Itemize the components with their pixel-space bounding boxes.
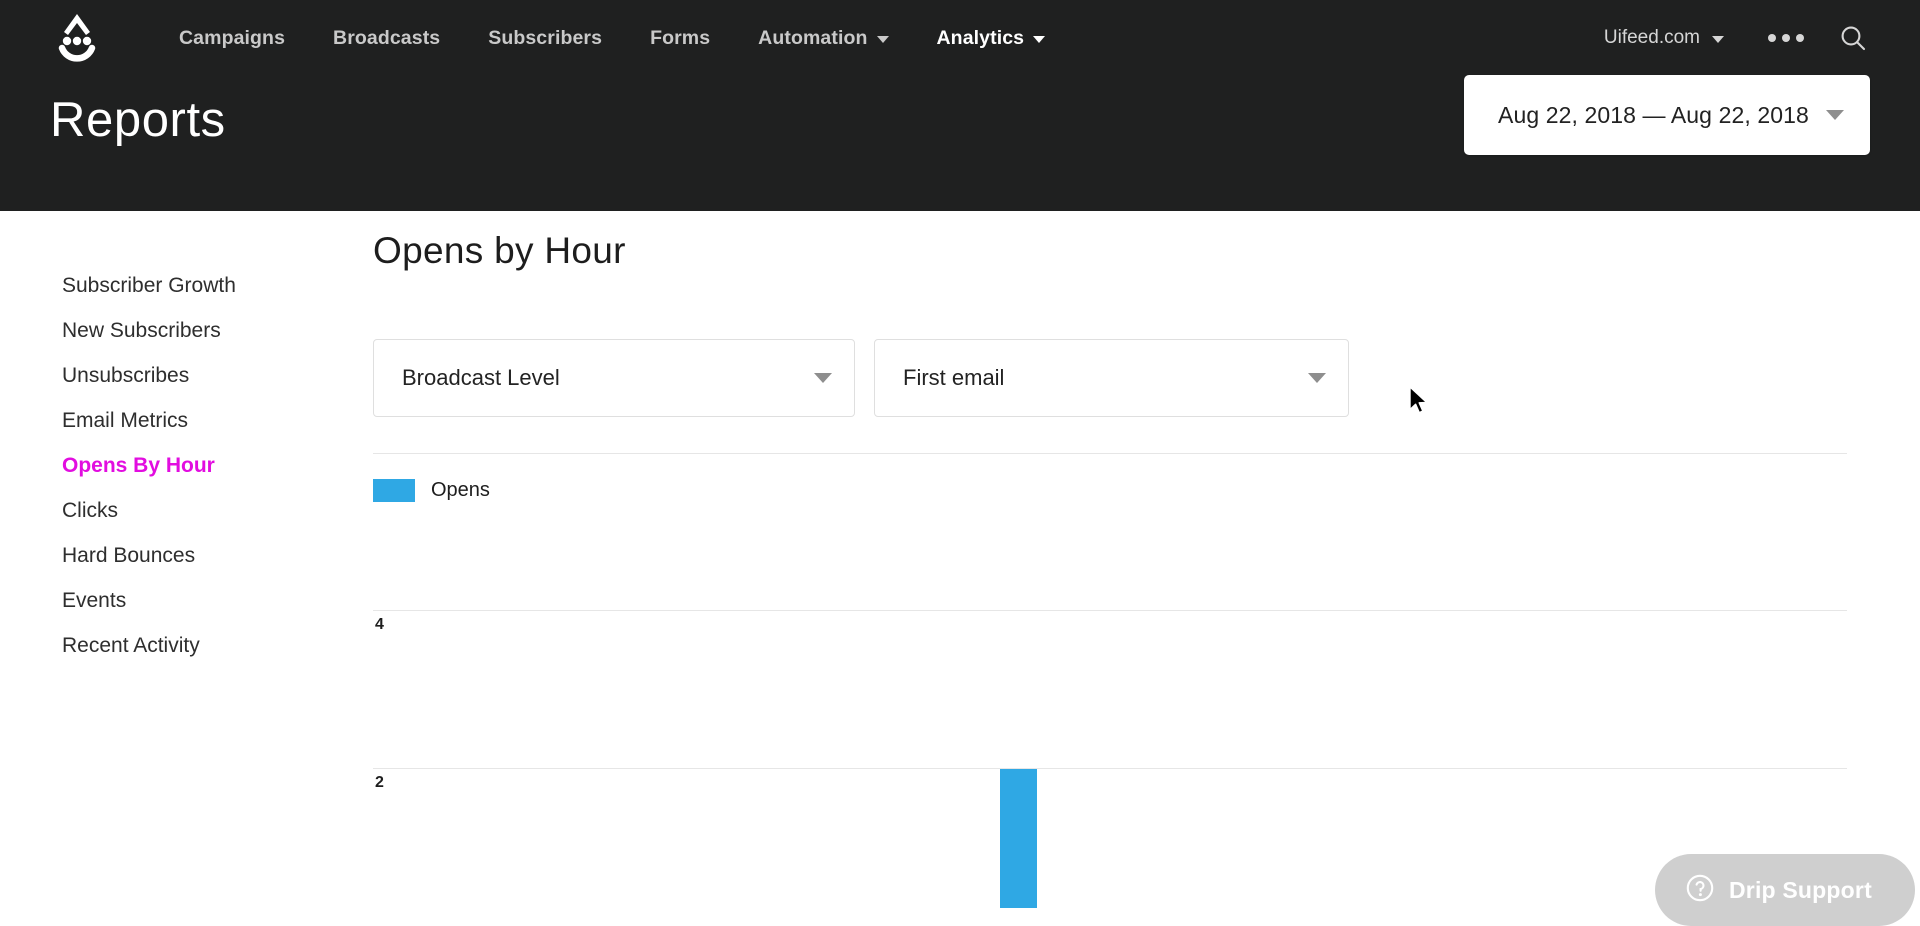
ellipsis-icon[interactable] <box>1742 34 1830 42</box>
legend-label-opens: Opens <box>431 479 490 501</box>
chart-bar[interactable] <box>1000 769 1037 908</box>
search-icon[interactable] <box>1830 23 1882 53</box>
report-title: Opens by Hour <box>373 230 626 271</box>
opens-by-hour-chart: 4 2 Opens <box>373 453 1847 908</box>
nav-item-label: Subscribers <box>488 26 603 49</box>
nav-item-broadcasts[interactable]: Broadcasts <box>309 27 464 50</box>
y-axis-tick-label: 2 <box>375 774 384 791</box>
level-select[interactable]: Broadcast Level <box>373 339 855 417</box>
email-select[interactable]: First email <box>874 339 1349 417</box>
sidebar-item-subscriber-growth[interactable]: Subscriber Growth <box>0 263 310 308</box>
main-navbar: Campaigns Broadcasts Subscribers Forms A… <box>0 0 1920 76</box>
sidebar-item-label: Subscriber Growth <box>62 274 236 297</box>
gridline-4 <box>373 610 1847 611</box>
report-main: Opens by Hour Broadcast Level First emai… <box>310 211 1920 926</box>
nav-item-label: Automation <box>758 26 868 49</box>
chevron-down-icon <box>1712 35 1724 43</box>
report-filters: Broadcast Level First email <box>373 339 1349 417</box>
page-title: Reports <box>50 93 226 147</box>
sidebar-item-opens-by-hour[interactable]: Opens By Hour <box>0 443 310 488</box>
sidebar-item-hard-bounces[interactable]: Hard Bounces <box>0 533 310 578</box>
sidebar-item-label: Clicks <box>62 499 118 522</box>
sidebar-item-unsubscribes[interactable]: Unsubscribes <box>0 353 310 398</box>
nav-links: Campaigns Broadcasts Subscribers Forms A… <box>155 0 1069 76</box>
sidebar-item-label: Hard Bounces <box>62 544 196 567</box>
gridline-2 <box>373 768 1847 769</box>
sidebar-item-recent-activity[interactable]: Recent Activity <box>0 623 310 668</box>
legend-swatch-opens <box>373 479 415 502</box>
email-select-value: First email <box>903 365 1005 390</box>
caret-down-icon <box>1826 110 1844 120</box>
account-label: Uifeed.com <box>1603 27 1700 48</box>
chevron-down-icon <box>1033 35 1046 43</box>
question-circle-icon <box>1685 873 1715 908</box>
sidebar-item-new-subscribers[interactable]: New Subscribers <box>0 308 310 353</box>
caret-down-icon <box>1308 373 1326 383</box>
nav-item-forms[interactable]: Forms <box>626 27 734 50</box>
nav-item-analytics[interactable]: Analytics <box>913 27 1070 50</box>
sidebar-item-label: New Subscribers <box>62 319 221 342</box>
navbar-right: Uifeed.com <box>1586 0 1882 76</box>
nav-item-label: Forms <box>650 26 711 49</box>
nav-item-label: Broadcasts <box>333 26 441 49</box>
sidebar-item-clicks[interactable]: Clicks <box>0 488 310 533</box>
sidebar-item-label: Opens By Hour <box>62 454 215 477</box>
chevron-down-icon <box>876 35 889 43</box>
page-body: Subscriber Growth New Subscribers Unsubs… <box>0 211 1920 926</box>
sidebar-item-label: Email Metrics <box>62 409 189 432</box>
sidebar-item-label: Recent Activity <box>62 634 200 657</box>
dot <box>1768 34 1776 42</box>
sidebar-item-events[interactable]: Events <box>0 578 310 623</box>
caret-down-icon <box>814 373 832 383</box>
sidebar-item-email-metrics[interactable]: Email Metrics <box>0 398 310 443</box>
level-select-value: Broadcast Level <box>402 365 560 390</box>
drip-support-label: Drip Support <box>1729 876 1872 903</box>
gridline-top <box>373 453 1847 454</box>
nav-item-campaigns[interactable]: Campaigns <box>155 27 309 50</box>
nav-item-label: Campaigns <box>179 26 286 49</box>
drip-smiley-logo[interactable] <box>50 10 104 66</box>
y-axis-tick-label: 4 <box>375 616 384 633</box>
account-switcher[interactable]: Uifeed.com <box>1586 27 1742 49</box>
drip-support-button[interactable]: Drip Support <box>1655 854 1915 926</box>
reports-sidebar: Subscriber Growth New Subscribers Unsubs… <box>0 211 310 668</box>
top-header: Campaigns Broadcasts Subscribers Forms A… <box>0 0 1920 211</box>
chart-legend: Opens <box>373 479 490 502</box>
date-range-value: Aug 22, 2018 — Aug 22, 2018 <box>1498 101 1809 128</box>
date-range-picker[interactable]: Aug 22, 2018 — Aug 22, 2018 <box>1464 75 1870 155</box>
sidebar-item-label: Unsubscribes <box>62 364 190 387</box>
dot <box>1782 34 1790 42</box>
nav-item-subscribers[interactable]: Subscribers <box>464 27 626 50</box>
nav-item-automation[interactable]: Automation <box>734 27 912 50</box>
dot <box>1796 34 1804 42</box>
nav-item-label: Analytics <box>936 26 1025 49</box>
sidebar-item-label: Events <box>62 589 127 612</box>
